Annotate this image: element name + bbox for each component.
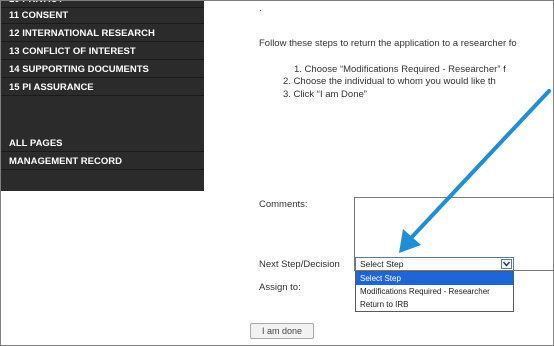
blue-arrow-annotation <box>399 89 551 253</box>
screenshot-frame: 10 PRIVACY 11 CONSENT 12 INTERNATIONAL R… <box>0 0 554 346</box>
